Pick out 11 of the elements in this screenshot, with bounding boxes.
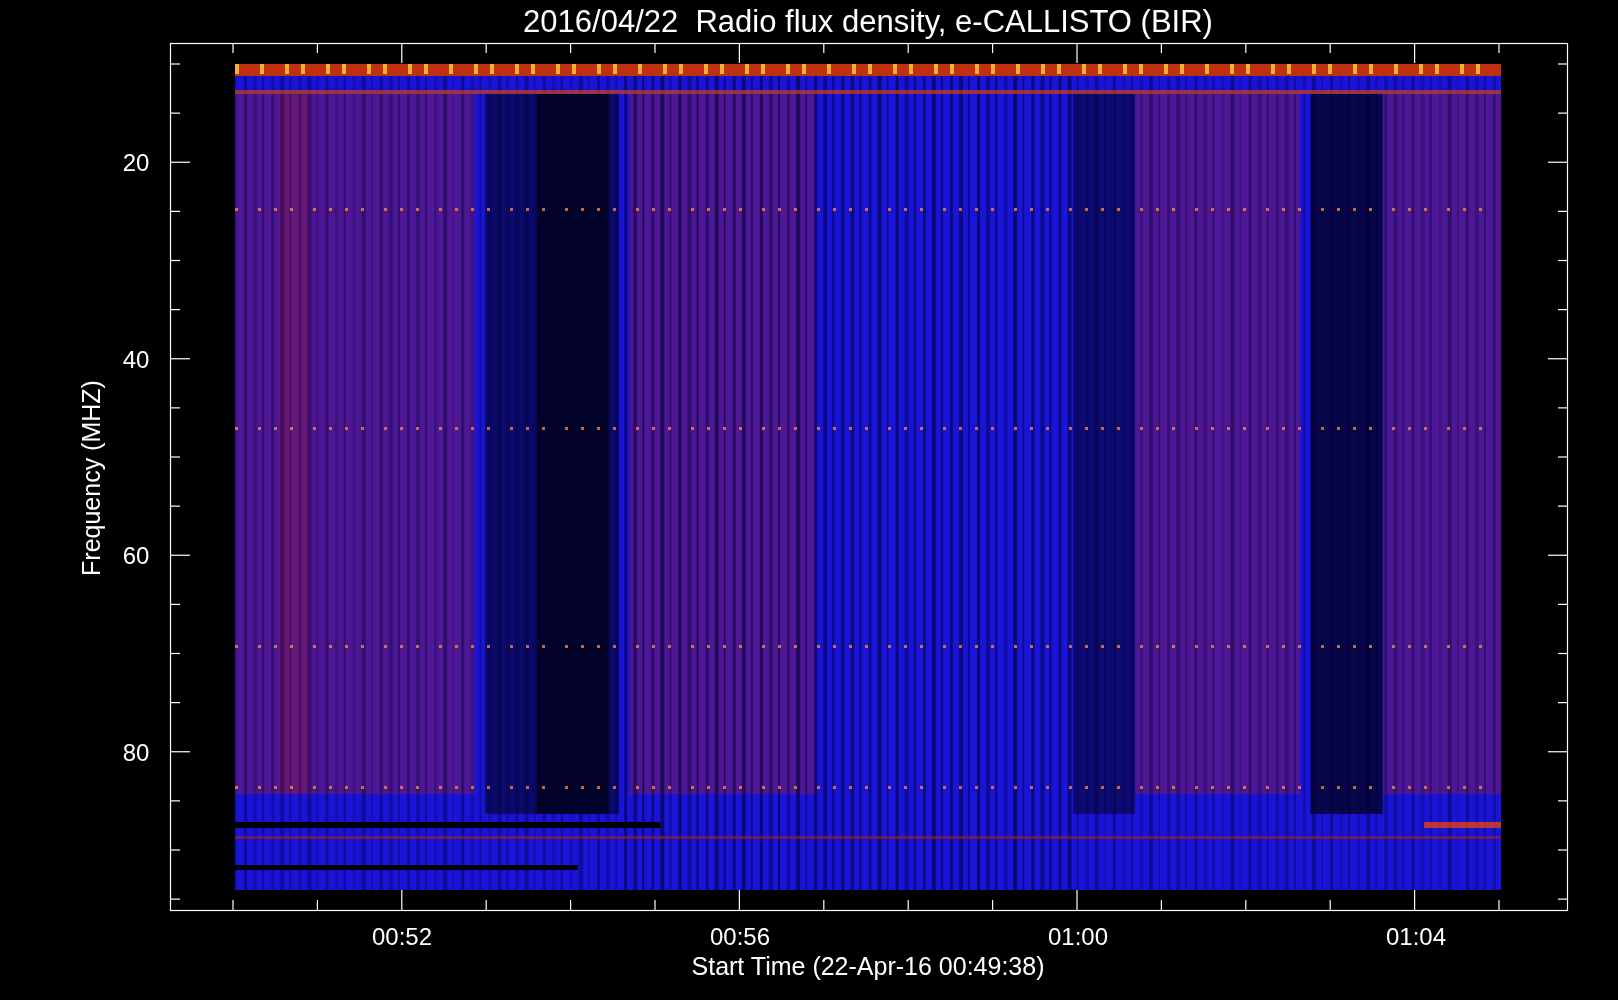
tick-label: 20 — [122, 149, 150, 176]
tick-label: 80 — [122, 738, 150, 766]
axis-label: Frequency (MHZ) — [77, 380, 105, 576]
tick-label: 40 — [122, 345, 150, 373]
chart-title: 2016/04/22 Radio flux density, e-CALLISTO (BIR) — [523, 4, 1213, 39]
tick-label: 00:52 — [371, 923, 433, 950]
tick-label: 00:56 — [709, 923, 771, 950]
tick-label: 60 — [122, 542, 150, 569]
tick-label: 01:04 — [1385, 923, 1447, 950]
tick-label: 01:00 — [1047, 923, 1109, 950]
axis-label: Start Time (22-Apr-16 00:49:38) — [691, 952, 1045, 980]
